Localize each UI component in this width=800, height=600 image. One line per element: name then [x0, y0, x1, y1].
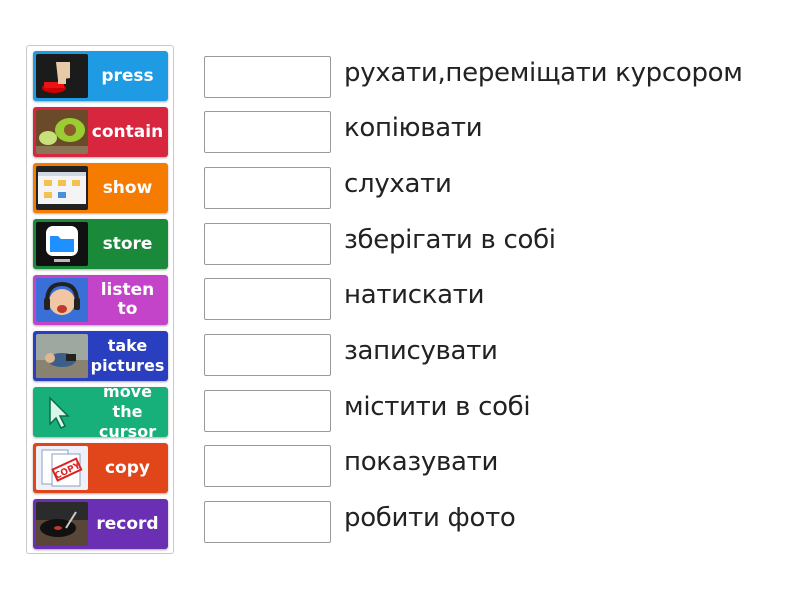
folder-window-icon — [36, 166, 88, 210]
card-label: press — [101, 65, 154, 86]
definition-text: робити фото — [344, 503, 516, 533]
headphones-boy-icon — [36, 278, 88, 322]
card-label: record — [96, 513, 159, 534]
definition-text: натискати — [344, 280, 485, 310]
definition-text: містити в собі — [344, 392, 531, 422]
answer-slot-8[interactable] — [204, 445, 331, 487]
answer-card-move-the-cursor[interactable]: move the cursor — [33, 387, 168, 437]
definition-text: слухати — [344, 169, 452, 199]
photographer-icon — [36, 334, 88, 378]
answer-card-store[interactable]: store — [33, 219, 168, 269]
red-button-icon — [36, 54, 88, 98]
answer-slot-7[interactable] — [204, 390, 331, 432]
answer-slot-2[interactable] — [204, 111, 331, 153]
answer-card-listen-to[interactable]: listen to — [33, 275, 168, 325]
answer-card-record[interactable]: record — [33, 499, 168, 549]
answer-card-press[interactable]: press — [33, 51, 168, 101]
answer-card-show[interactable]: show — [33, 163, 168, 213]
card-label: store — [102, 233, 153, 254]
answer-slot-5[interactable] — [204, 278, 331, 320]
avocado-icon — [36, 110, 88, 154]
card-label: show — [102, 177, 153, 198]
definition-text: рухати,переміщати курсором — [344, 58, 743, 88]
copy-stamp-icon: COPY — [36, 446, 88, 490]
definition-text: показувати — [344, 447, 499, 477]
cursor-arrow-icon — [36, 390, 88, 434]
answer-slot-4[interactable] — [204, 223, 331, 265]
definition-text: записувати — [344, 336, 498, 366]
turntable-icon — [36, 502, 88, 546]
answer-slot-1[interactable] — [204, 56, 331, 98]
card-label: take pictures — [90, 336, 165, 375]
card-label: contain — [91, 121, 164, 142]
card-label: move the cursor — [98, 387, 157, 437]
answer-slot-9[interactable] — [204, 501, 331, 543]
card-label: listen to — [100, 280, 155, 319]
answer-slot-6[interactable] — [204, 334, 331, 376]
answer-slot-3[interactable] — [204, 167, 331, 209]
answer-card-copy[interactable]: COPY copy — [33, 443, 168, 493]
answer-card-take-pictures[interactable]: take pictures — [33, 331, 168, 381]
definition-text: копіювати — [344, 113, 483, 143]
files-app-icon — [36, 222, 88, 266]
answer-card-contain[interactable]: contain — [33, 107, 168, 157]
definition-text: зберігати в собі — [344, 225, 556, 255]
card-label: copy — [104, 457, 150, 478]
answer-card-tray: press contain show store listen to take … — [26, 45, 174, 554]
